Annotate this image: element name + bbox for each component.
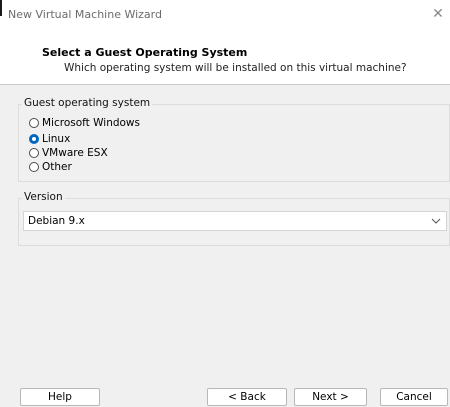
wizard-content: Guest operating system Microsoft Windows…	[0, 85, 450, 380]
radio-button[interactable]	[29, 161, 39, 172]
title-bar: New Virtual Machine Wizard ✕	[0, 0, 450, 30]
radio-vmware-esx[interactable]: VMware ESX	[29, 146, 108, 159]
radio-other[interactable]: Other	[29, 160, 72, 173]
window-title: New Virtual Machine Wizard	[8, 8, 162, 21]
radio-button-selected[interactable]	[29, 133, 39, 144]
page-title: Select a Guest Operating System	[42, 46, 248, 59]
radio-label: Microsoft Windows	[42, 116, 140, 129]
version-dropdown[interactable]: Debian 9.x	[23, 211, 447, 231]
chevron-down-icon	[431, 213, 441, 232]
radio-button[interactable]	[29, 117, 39, 128]
radio-label: VMware ESX	[42, 146, 108, 159]
radio-microsoft-windows[interactable]: Microsoft Windows	[29, 116, 140, 129]
guest-os-group-label: Guest operating system	[22, 97, 153, 109]
radio-label: Other	[42, 160, 72, 173]
wizard-header: Select a Guest Operating System Which op…	[0, 30, 450, 84]
close-icon: ✕	[432, 6, 444, 22]
radio-label: Linux	[42, 132, 71, 145]
radio-button[interactable]	[29, 147, 39, 158]
version-group: Version Debian 9.x	[18, 191, 450, 246]
version-group-label: Version	[22, 191, 65, 203]
guest-os-group: Guest operating system Microsoft Windows…	[18, 97, 450, 182]
close-button[interactable]: ✕	[426, 2, 450, 26]
window-edge	[0, 0, 2, 16]
cancel-button[interactable]: Cancel	[380, 388, 448, 406]
back-button[interactable]: < Back	[207, 388, 287, 406]
help-button[interactable]: Help	[20, 388, 100, 406]
page-subtitle: Which operating system will be installed…	[64, 62, 407, 74]
next-button[interactable]: Next >	[294, 388, 367, 406]
radio-linux[interactable]: Linux	[29, 132, 70, 145]
version-selected-value: Debian 9.x	[28, 215, 85, 227]
